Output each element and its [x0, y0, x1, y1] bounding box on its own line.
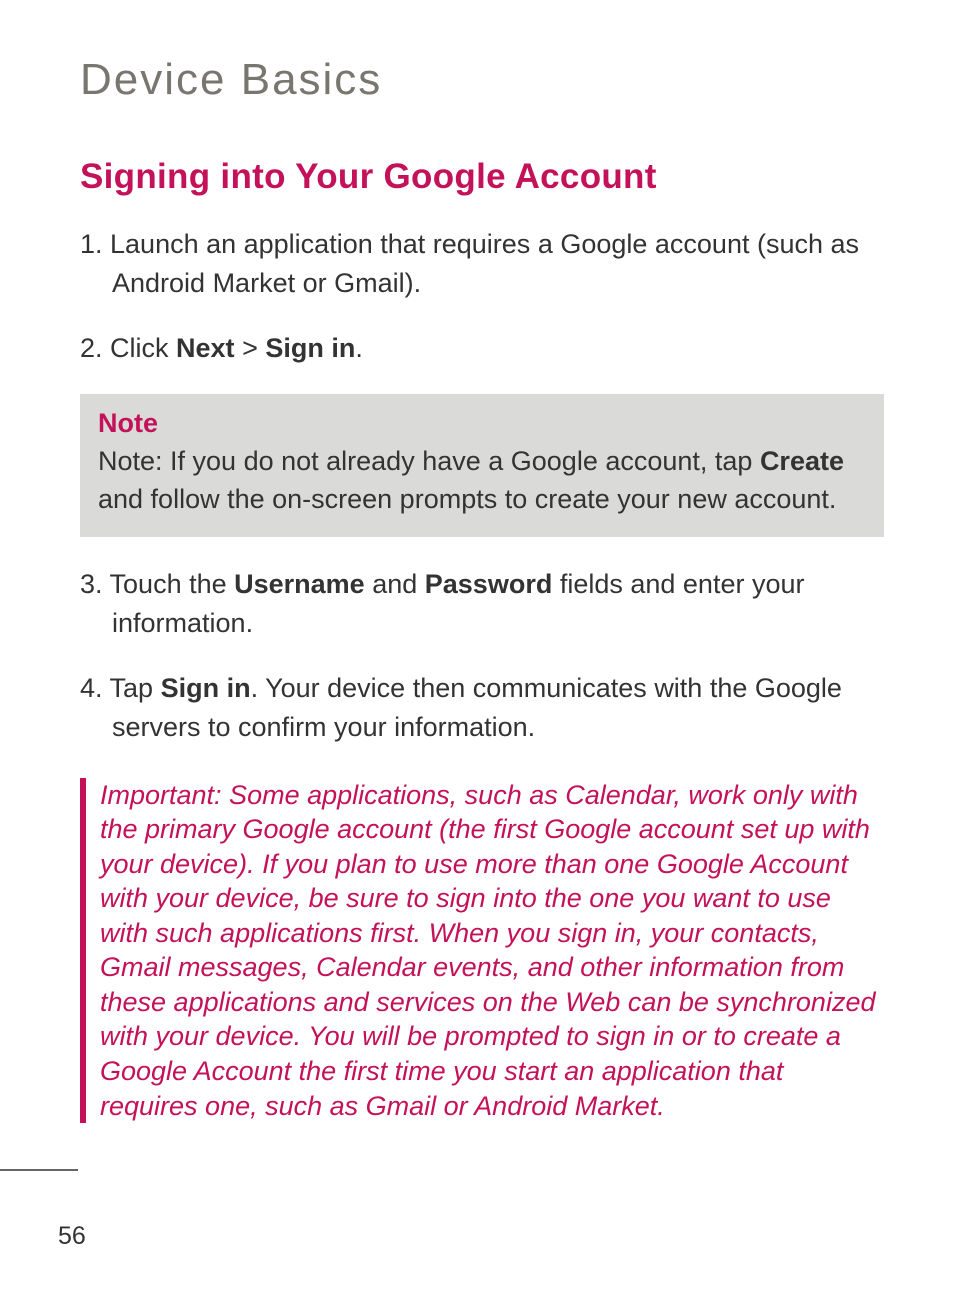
footer-rule: [0, 1169, 78, 1171]
step-3-prefix: 3. Touch the: [80, 569, 234, 599]
step-2-bold-next: Next: [176, 333, 235, 363]
note-title: Note: [98, 408, 866, 439]
step-4: 4. Tap Sign in. Your device then communi…: [80, 669, 884, 747]
page-title: Device Basics: [80, 55, 884, 105]
note-body-bold-create: Create: [760, 446, 844, 476]
important-box: Important: Some applications, such as Ca…: [80, 778, 884, 1123]
note-body-prefix: Note: If you do not already have a Googl…: [98, 446, 760, 476]
step-3-bold-password: Password: [425, 569, 553, 599]
step-4-prefix: 4. Tap: [80, 673, 161, 703]
step-2-prefix: 2. Click: [80, 333, 176, 363]
step-2-bold-signin: Sign in: [265, 333, 355, 363]
important-text: Important: Some applications, such as Ca…: [100, 778, 884, 1123]
step-2-suffix: .: [355, 333, 363, 363]
step-1: 1. Launch an application that requires a…: [80, 225, 884, 303]
step-2: 2. Click Next > Sign in.: [80, 329, 884, 368]
page-number: 56: [58, 1222, 86, 1251]
step-4-bold-signin: Sign in: [161, 673, 251, 703]
step-3: 3. Touch the Username and Password field…: [80, 565, 884, 643]
note-body: Note: If you do not already have a Googl…: [98, 443, 866, 519]
step-2-mid: >: [235, 333, 266, 363]
note-box: Note Note: If you do not already have a …: [80, 394, 884, 537]
step-3-bold-username: Username: [234, 569, 365, 599]
section-heading: Signing into Your Google Account: [80, 157, 884, 197]
note-body-suffix: and follow the on-screen prompts to crea…: [98, 484, 836, 514]
step-3-mid: and: [365, 569, 425, 599]
